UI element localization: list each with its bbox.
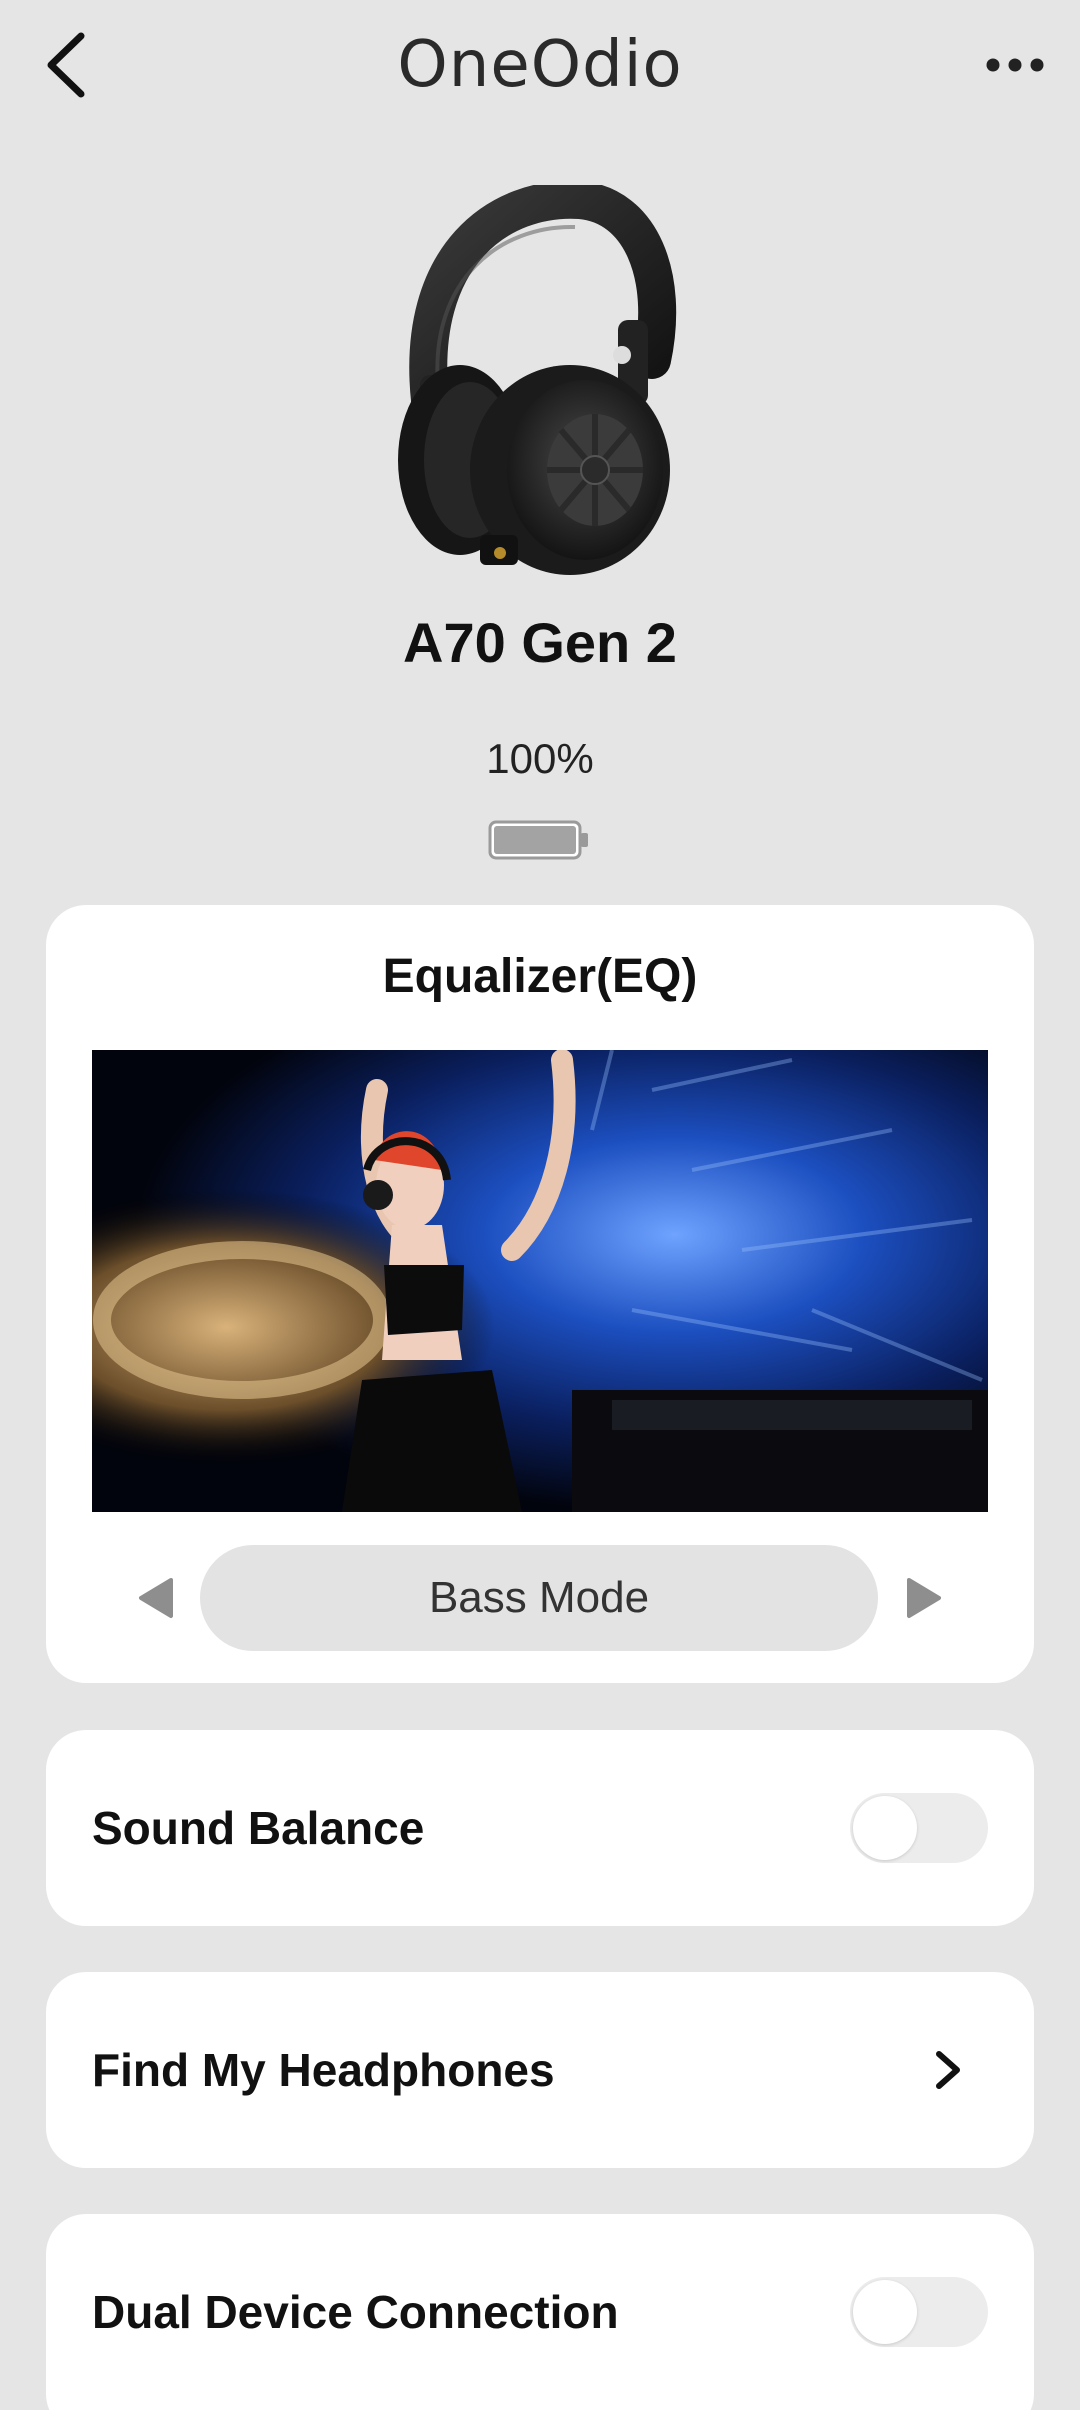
triangle-left-icon bbox=[139, 1578, 173, 1618]
sound-balance-row: Sound Balance bbox=[46, 1730, 1034, 1926]
chevron-right-icon bbox=[918, 2040, 978, 2100]
brand-logo: OneOdio bbox=[397, 28, 683, 102]
sound-balance-label: Sound Balance bbox=[92, 1802, 425, 1854]
battery-percentage: 100% bbox=[486, 735, 594, 782]
sound-balance-toggle[interactable] bbox=[850, 1793, 988, 1863]
find-my-headphones-label: Find My Headphones bbox=[92, 2044, 555, 2096]
next-mode-button[interactable] bbox=[892, 1565, 958, 1631]
more-options-button[interactable] bbox=[980, 30, 1050, 100]
equalizer-card: Equalizer(EQ) Bass Mode bbox=[46, 905, 1034, 1683]
headphones-image bbox=[390, 180, 690, 585]
equalizer-title: Equalizer(EQ) bbox=[382, 950, 698, 1003]
device-name: A70 Gen 2 bbox=[403, 611, 677, 674]
battery-icon bbox=[488, 820, 590, 860]
top-bar: OneOdio bbox=[0, 0, 1080, 130]
more-horizontal-icon bbox=[986, 58, 1044, 72]
triangle-right-icon bbox=[907, 1578, 941, 1618]
eq-mode-selector: Bass Mode bbox=[46, 1545, 1034, 1651]
equalizer-mode-image bbox=[92, 1050, 988, 1512]
previous-mode-button[interactable] bbox=[122, 1565, 188, 1631]
dual-device-connection-toggle[interactable] bbox=[850, 2277, 988, 2347]
dual-device-connection-row: Dual Device Connection bbox=[46, 2214, 1034, 2410]
dual-device-connection-label: Dual Device Connection bbox=[92, 2286, 619, 2338]
eq-mode-label[interactable]: Bass Mode bbox=[200, 1545, 878, 1651]
find-my-headphones-row[interactable]: Find My Headphones bbox=[46, 1972, 1034, 2168]
toggle-knob bbox=[853, 2280, 917, 2344]
toggle-knob bbox=[853, 1796, 917, 1860]
